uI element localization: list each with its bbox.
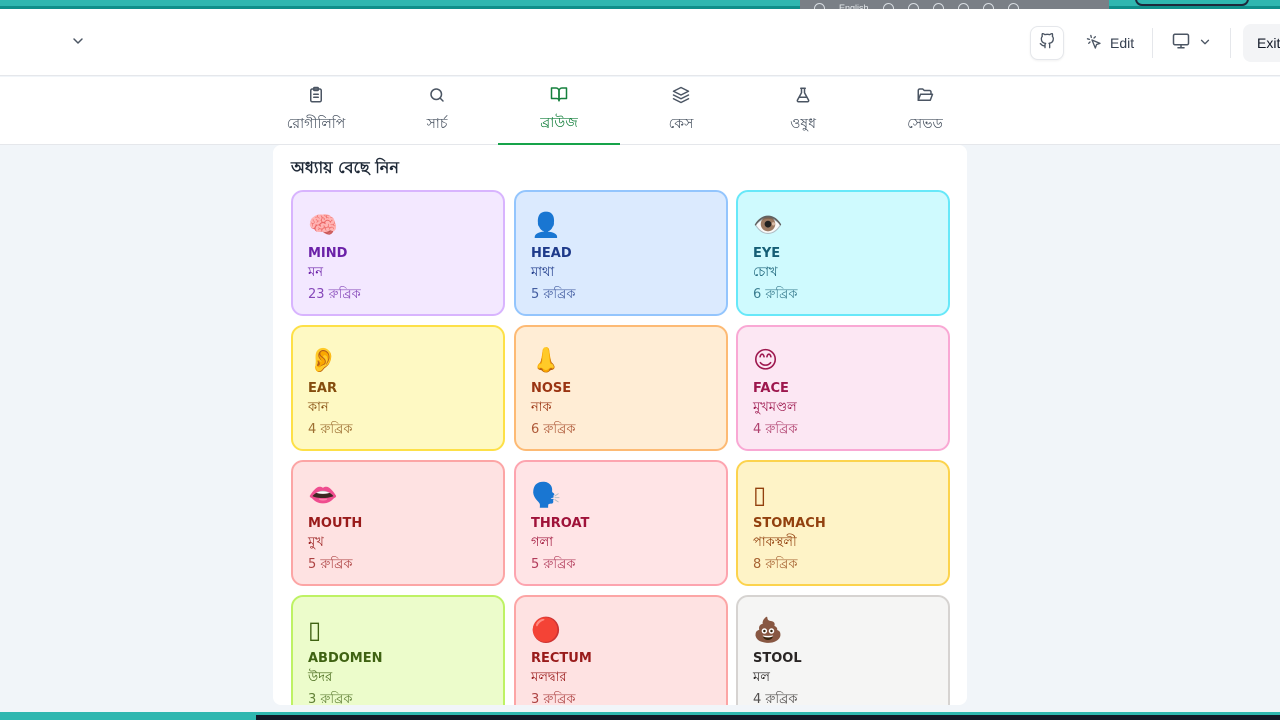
- chapter-card[interactable]: 🗣️ THROAT গলা 5 রুব্রিক: [514, 460, 728, 586]
- tab-saved[interactable]: সেভড: [864, 77, 986, 145]
- flask-icon: [794, 86, 812, 108]
- chapter-name-en: MIND: [308, 246, 348, 261]
- chapter-name-en: FACE: [753, 381, 789, 396]
- chapter-name-en: EAR: [308, 381, 337, 396]
- chapter-emoji-icon: 👂: [308, 346, 338, 374]
- chapter-card[interactable]: 😊 FACE মুখমণ্ডল 4 রুব্রিক: [736, 325, 950, 451]
- tab-label: সার্চ: [426, 116, 448, 132]
- chapter-name-bn: মল: [753, 670, 770, 685]
- taskbar-edge: [256, 715, 1280, 720]
- chapter-rubric-count: 3 রুব্রিক: [531, 692, 576, 705]
- page-title: অধ্যায় বেছে নিন: [291, 158, 399, 177]
- chapter-name-bn: মন: [308, 265, 323, 280]
- header-divider: [1152, 28, 1153, 58]
- search-icon: [428, 86, 446, 108]
- chapter-emoji-icon: 🔴: [531, 616, 561, 644]
- layers-icon: [672, 86, 690, 108]
- chapter-name-bn: মলদ্বার: [531, 670, 567, 685]
- chapter-rubric-count: 5 রুব্রিক: [531, 287, 576, 302]
- chapter-rubric-count: 4 রুব্রিক: [308, 422, 353, 437]
- chapter-name-en: STOOL: [753, 651, 802, 666]
- book-open-icon: [550, 85, 568, 107]
- chapter-emoji-icon: 👄: [308, 481, 338, 509]
- chapter-rubric-count: 5 রুব্রিক: [308, 557, 353, 572]
- exit-button[interactable]: Exit: [1243, 24, 1280, 62]
- chapter-name-en: MOUTH: [308, 516, 363, 531]
- chapter-card[interactable]: 🔴 RECTUM মলদ্বার 3 রুব্রিক: [514, 595, 728, 705]
- chapter-name-bn: চোখ: [753, 265, 778, 280]
- chapter-card[interactable]: 👤 HEAD মাথা 5 রুব্রিক: [514, 190, 728, 316]
- chapter-emoji-icon: 👁️: [753, 211, 783, 239]
- tab-label: ওষুধ: [790, 116, 816, 132]
- chapter-name-en: STOMACH: [753, 516, 826, 531]
- chapter-name-en: HEAD: [531, 246, 572, 261]
- device-preview-dropdown[interactable]: [1166, 26, 1218, 60]
- monitor-icon: [1172, 32, 1190, 54]
- chapter-card[interactable]: 💩 STOOL মল 4 রুব্রিক: [736, 595, 950, 705]
- edit-button[interactable]: Edit: [1078, 26, 1142, 60]
- chapter-emoji-icon: 👤: [531, 211, 561, 239]
- chapter-rubric-count: 8 রুব্রিক: [753, 557, 798, 572]
- github-icon: [1039, 32, 1055, 53]
- tab-browse[interactable]: ব্রাউজ: [498, 77, 620, 145]
- chapter-name-en: ABDOMEN: [308, 651, 383, 666]
- chapter-emoji-icon: 🧠: [308, 211, 338, 239]
- chapter-card[interactable]: 👂 EAR কান 4 রুব্রিক: [291, 325, 505, 451]
- browse-panel: অধ্যায় বেছে নিন 🧠 MIND মন 23 রুব্রিক 👤 HEAD ম…: [273, 145, 967, 705]
- tab-search[interactable]: সার্চ: [376, 77, 498, 145]
- chapter-card[interactable]: 👄 MOUTH মুখ 5 রুব্রিক: [291, 460, 505, 586]
- chapter-emoji-icon: ▯: [753, 481, 767, 509]
- chapter-rubric-count: 3 রুব্রিক: [308, 692, 353, 705]
- github-button[interactable]: [1030, 26, 1064, 60]
- chapter-name-bn: পাকস্থলী: [753, 535, 797, 550]
- chapter-rubric-count: 6 রুব্রিক: [753, 287, 798, 302]
- tab-label: কেস: [668, 116, 694, 132]
- chapter-card[interactable]: ▯ STOMACH পাকস্থলী 8 রুব্রিক: [736, 460, 950, 586]
- chapter-card[interactable]: 🧠 MIND মন 23 রুব্রিক: [291, 190, 505, 316]
- tab-cases[interactable]: কেস: [620, 77, 742, 145]
- chapter-name-bn: গলা: [531, 535, 553, 550]
- edit-label: Edit: [1110, 35, 1135, 51]
- top-pill-outline: [1135, 0, 1249, 6]
- chapter-name-en: RECTUM: [531, 651, 592, 666]
- chapter-rubric-count: 4 রুব্রিক: [753, 422, 798, 437]
- chapter-emoji-icon: 💩: [753, 616, 783, 644]
- chapter-name-en: EYE: [753, 246, 781, 261]
- main-tab-bar: রোগীলিপি সার্চ ব্রাউজ কেস ওষুধ সেভড: [0, 77, 1280, 145]
- chapter-name-bn: উদর: [308, 670, 333, 685]
- tab-medicine[interactable]: ওষুধ: [742, 77, 864, 145]
- chapter-card[interactable]: ▯ ABDOMEN উদর 3 রুব্রিক: [291, 595, 505, 705]
- tab-label: সেভড: [907, 116, 943, 132]
- chapter-emoji-icon: 😊: [753, 346, 779, 374]
- chapter-card[interactable]: 👃 NOSE নাক 6 রুব্রিক: [514, 325, 728, 451]
- chapter-name-bn: নাক: [531, 400, 552, 415]
- tab-label: রোগীলিপি: [286, 116, 346, 132]
- tab-patient-notes[interactable]: রোগীলিপি: [255, 77, 377, 145]
- chapter-card[interactable]: 👁️ EYE চোখ 6 রুব্রিক: [736, 190, 950, 316]
- chevron-down-icon: [1198, 34, 1212, 53]
- sparkle-cursor-icon: [1086, 34, 1102, 53]
- chapter-name-bn: মুখ: [308, 535, 324, 550]
- chapter-emoji-icon: 🗣️: [531, 481, 561, 509]
- clipboard-icon: [307, 86, 325, 108]
- chapter-name-bn: কান: [308, 400, 329, 415]
- exit-label: Exit: [1257, 35, 1280, 51]
- chapter-name-bn: মাথা: [531, 265, 555, 280]
- chapter-name-bn: মুখমণ্ডল: [753, 400, 797, 415]
- folder-open-icon: [916, 86, 934, 108]
- chapter-name-en: NOSE: [531, 381, 572, 396]
- chapter-rubric-count: 4 রুব্রিক: [753, 692, 798, 705]
- chevron-down-icon[interactable]: [70, 33, 86, 53]
- header-divider: [1230, 28, 1231, 58]
- chapter-name-en: THROAT: [531, 516, 590, 531]
- bottom-window-strip: [0, 712, 1280, 720]
- tab-label: ব্রাউজ: [540, 115, 578, 131]
- chapter-emoji-icon: 👃: [531, 346, 561, 374]
- chapter-rubric-count: 6 রুব্রিক: [531, 422, 576, 437]
- chapter-rubric-count: 23 রুব্রিক: [308, 287, 361, 302]
- chapter-rubric-count: 5 রুব্রিক: [531, 557, 576, 572]
- app-header: Edit Exit: [0, 9, 1280, 76]
- chapter-emoji-icon: ▯: [308, 616, 322, 644]
